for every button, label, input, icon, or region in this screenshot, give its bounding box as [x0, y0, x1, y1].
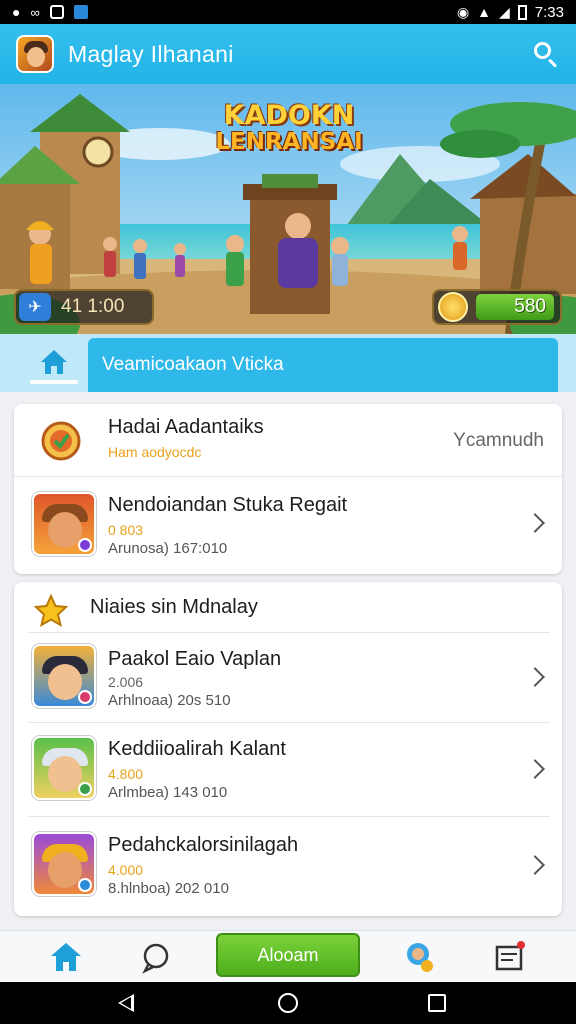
coin-icon	[438, 292, 468, 322]
wifi-icon: ▲	[477, 4, 492, 20]
item-thumbnail	[32, 832, 96, 896]
badge-icon	[41, 421, 81, 461]
list-item[interactable]: Paakol Eaio Vaplan 2.006 Arhlnoaa) 20s 5…	[14, 634, 562, 722]
inbox-icon[interactable]	[492, 939, 528, 975]
banner-title-line1: KADOKN	[223, 100, 355, 131]
app-notification-icon	[49, 5, 64, 19]
chat-icon[interactable]	[138, 939, 174, 975]
item-price: 4.800	[108, 766, 144, 782]
home-icon	[41, 350, 67, 374]
featured-title: Hadai Aadantaiks	[108, 416, 264, 438]
profile-icon[interactable]	[400, 939, 436, 975]
item-thumbnail	[32, 492, 96, 556]
featured-card: Hadai Aadantaiks Ham aodyocdc Ycamnudh N…	[14, 404, 562, 574]
divider	[28, 816, 550, 817]
item-meta: Arlmbea) 143 010	[108, 784, 228, 801]
item-meta: Arunosa) 167:010	[108, 540, 228, 557]
tab-main[interactable]: Veamicoakaon Vticka	[88, 338, 558, 392]
home-icon[interactable]	[48, 939, 84, 975]
item-title: Pedahckalorsinilagah	[108, 834, 299, 856]
item-meta: Arhlnoaa) 20s 510	[108, 692, 231, 709]
clock: 7:33	[534, 3, 564, 21]
energy-counter-value: 41 1:00	[61, 296, 125, 317]
cta-button[interactable]: Alooam	[216, 933, 360, 977]
chevron-right-icon	[525, 513, 545, 533]
item-price: 2.006	[108, 674, 144, 690]
tab-strip: Veamicoakaon Vticka	[0, 334, 576, 392]
recent-apps-icon[interactable]	[428, 994, 446, 1012]
energy-counter[interactable]: ✈ 41 1:00	[14, 289, 154, 325]
item-title: Keddiioalirah Kalant	[108, 738, 286, 760]
item-meta: 8.hlnboa) 202 010	[108, 880, 229, 897]
item-title: Nendoiandan Stuka Regait	[108, 494, 348, 516]
chevron-right-icon	[525, 855, 545, 875]
divider	[28, 632, 550, 633]
notification-icon: ●	[12, 4, 21, 20]
item-price: 0 803	[108, 522, 144, 538]
battery-icon	[517, 4, 527, 20]
hero-banner[interactable]: KADOKN LENRANSAI ✈ 41 1:00 580	[0, 84, 576, 334]
coin-counter-value: 580	[514, 296, 546, 317]
chevron-right-icon	[525, 759, 545, 779]
featured-header-row[interactable]: Hadai Aadantaiks Ham aodyocdc Ycamnudh	[14, 404, 562, 476]
tab-home[interactable]	[30, 342, 78, 384]
divider	[28, 722, 550, 723]
app-bar: Maglay Ilhanani	[0, 24, 576, 84]
coin-counter[interactable]: 580	[432, 289, 562, 325]
search-icon[interactable]	[532, 40, 560, 68]
star-icon	[34, 594, 68, 628]
download-icon	[73, 5, 88, 19]
item-title: Paakol Eaio Vaplan	[108, 648, 282, 670]
item-thumbnail	[32, 736, 96, 800]
tab-main-label: Veamicoakaon Vticka	[102, 354, 284, 375]
banner-game-logo: KADOKN LENRANSAI	[214, 102, 364, 154]
link-icon: ∞	[30, 4, 40, 20]
item-thumbnail	[32, 644, 96, 708]
status-bar: ● ∞ ◉ ▲ ◢ 7:33	[0, 0, 576, 24]
list-item[interactable]: Keddiioalirah Kalant 4.800 Arlmbea) 143 …	[14, 724, 562, 816]
list-item[interactable]: Pedahckalorsinilagah 4.000 8.hlnboa) 202…	[14, 818, 562, 914]
signal-icon: ◢	[499, 3, 510, 20]
app-title: Maglay Ilhanani	[68, 40, 234, 67]
section-title: Niaies sin Mdnalay	[90, 596, 258, 618]
app-avatar[interactable]	[16, 35, 54, 73]
banner-title-line2: LENRANSAI	[215, 129, 363, 155]
section-card: Niaies sin Mdnalay Paakol Eaio Vaplan 2.…	[14, 582, 562, 916]
featured-subtitle: Ham aodyocdc	[108, 444, 202, 460]
lightning-icon: ✈	[19, 293, 51, 321]
list-item[interactable]: Nendoiandan Stuka Regait 0 803 Arunosa) …	[14, 476, 562, 574]
system-nav-bar	[0, 982, 576, 1024]
chevron-right-icon	[525, 667, 545, 687]
location-icon: ◉	[456, 3, 470, 20]
cta-button-label: Alooam	[257, 944, 319, 965]
system-home-icon[interactable]	[278, 993, 298, 1013]
featured-right-label[interactable]: Ycamnudh	[453, 430, 544, 452]
item-price: 4.000	[108, 862, 144, 878]
bottom-nav: Alooam	[0, 930, 576, 982]
